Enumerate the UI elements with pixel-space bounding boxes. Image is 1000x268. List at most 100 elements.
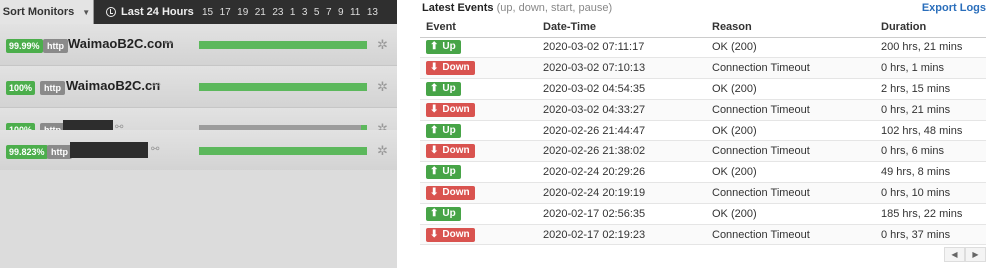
reason-cell: Connection Timeout — [706, 224, 875, 246]
monitor-name[interactable]: WaimaoB2C.com — [68, 36, 174, 51]
next-page-button[interactable]: ▶ — [965, 247, 986, 262]
event-label: Down — [442, 62, 470, 74]
event-cell: ⬆ Up — [420, 37, 537, 59]
arrow-up-icon: ⬆ — [430, 41, 439, 53]
table-row: ⬆ Up 2020-02-26 21:44:47 OK (200) 102 hrs, 4… — [420, 120, 986, 142]
redacted-monitor-name — [70, 142, 148, 158]
duration-cell: 102 hrs, 48 mins — [875, 120, 986, 142]
table-row: ⬇ Down 2020-02-17 02:19:23 Connection Timeo… — [420, 224, 986, 246]
gear-icon[interactable]: ✲ — [377, 79, 388, 95]
duration-cell: 49 hrs, 8 mins — [875, 161, 986, 184]
link-icon[interactable]: ⚯ — [164, 38, 172, 49]
previous-page-button[interactable]: ◀ — [944, 247, 965, 262]
duration-cell: 0 hrs, 6 mins — [875, 140, 986, 163]
arrow-down-icon: ⬇ — [430, 186, 439, 198]
datetime-cell: 2020-03-02 04:33:27 — [537, 99, 706, 121]
datetime-cell: 2020-03-02 07:11:17 — [537, 37, 706, 59]
monitor-name[interactable]: WaimaoB2C.cn — [66, 78, 160, 93]
link-icon[interactable]: ⚯ — [151, 144, 159, 155]
reason-cell: Connection Timeout — [706, 182, 875, 204]
time-range-label: Last 24 Hours — [121, 6, 194, 18]
duration-cell: 0 hrs, 37 mins — [875, 224, 986, 246]
table-row: ⬆ Up 2020-03-02 07:11:17 OK (200) 200 hrs, 2… — [420, 37, 986, 59]
table-row: ⬇ Down 2020-03-02 07:10:13 Connection Timeo… — [420, 57, 986, 80]
datetime-cell: 2020-03-02 07:10:13 — [537, 57, 706, 80]
hour-label: 17 — [219, 6, 231, 18]
arrow-down-icon: ⬇ — [430, 103, 439, 115]
datetime-cell: 2020-02-17 02:56:35 — [537, 203, 706, 225]
hour-axis: 15 17 19 21 23 1 3 5 7 9 11 13 — [202, 0, 378, 24]
monitor-list-empty-area — [0, 170, 397, 268]
event-cell: ⬆ Up — [420, 120, 537, 142]
table-row: ⬇ Down 2020-02-26 21:38:02 Connection Timeo… — [420, 140, 986, 163]
sort-monitors-label: Sort Monitors — [2, 6, 75, 18]
export-logs-link[interactable]: Export Logs — [922, 2, 986, 14]
arrow-up-icon: ⬆ — [430, 166, 439, 178]
hour-label: 21 — [254, 6, 266, 18]
hour-label: 15 — [202, 6, 214, 18]
event-badge: ⬆ Up — [426, 165, 461, 180]
hour-label: 1 — [289, 6, 296, 18]
hour-label: 3 — [301, 6, 308, 18]
hour-label: 13 — [366, 6, 378, 18]
column-header-duration: Duration — [875, 17, 986, 38]
event-label: Up — [442, 124, 456, 136]
monitor-row[interactable]: 100% http WaimaoB2C.cn ⚯ ✲ — [0, 66, 397, 108]
event-label: Down — [442, 186, 470, 198]
duration-cell: 185 hrs, 22 mins — [875, 203, 986, 225]
link-icon[interactable]: ⚯ — [152, 80, 160, 91]
arrow-up-icon: ⬆ — [430, 82, 439, 94]
event-cell: ⬇ Down — [420, 57, 537, 80]
uptime-bar — [199, 83, 367, 91]
table-header-row: Event Date-Time Reason Duration — [420, 17, 986, 38]
event-label: Up — [442, 82, 456, 94]
uptime-badge: 99.99% — [6, 39, 43, 53]
events-title-text: Latest Events — [422, 2, 494, 14]
column-header-datetime: Date-Time — [537, 17, 706, 38]
uptime-bar — [199, 147, 367, 155]
gear-icon[interactable]: ✲ — [377, 143, 388, 159]
sort-monitors-button[interactable]: Sort Monitors ▼ — [0, 0, 94, 24]
event-cell: ⬇ Down — [420, 182, 537, 204]
datetime-cell: 2020-02-26 21:44:47 — [537, 120, 706, 142]
monitor-list-panel: Sort Monitors ▼ Last 24 Hours 15 17 19 2… — [0, 0, 397, 268]
duration-cell: 0 hrs, 21 mins — [875, 99, 986, 121]
event-badge: ⬇ Down — [426, 144, 475, 159]
uptime-badge: 99.823% — [6, 145, 48, 159]
event-label: Down — [442, 145, 470, 157]
table-row: ⬇ Down 2020-02-24 20:19:19 Connection Timeo… — [420, 182, 986, 204]
datetime-cell: 2020-02-17 02:19:23 — [537, 224, 706, 246]
uptime-bar — [199, 41, 367, 49]
hour-label: 23 — [272, 6, 284, 18]
monitor-toolbar: Sort Monitors ▼ Last 24 Hours 15 17 19 2… — [0, 0, 397, 24]
event-cell: ⬇ Down — [420, 140, 537, 163]
uptime-badge: 100% — [6, 81, 36, 95]
events-subtitle: (up, down, start, pause) — [496, 2, 613, 14]
monitor-row[interactable]: 99.823% http ⚯ ✲ — [0, 130, 397, 172]
monitor-row[interactable]: 99.99% http WaimaoB2C.com ⚯ ✲ — [0, 24, 397, 66]
event-cell: ⬆ Up — [420, 161, 537, 184]
event-badge: ⬇ Down — [426, 61, 475, 76]
events-table: Event Date-Time Reason Duration ⬆ Up 2020-… — [420, 17, 986, 246]
datetime-cell: 2020-02-24 20:19:19 — [537, 182, 706, 204]
clock-icon — [106, 7, 116, 17]
duration-cell: 0 hrs, 1 mins — [875, 57, 986, 80]
event-label: Up — [442, 41, 456, 53]
datetime-cell: 2020-02-24 20:29:26 — [537, 161, 706, 184]
hour-label: 7 — [325, 6, 332, 18]
event-label: Up — [442, 207, 456, 219]
arrow-down-icon: ⬇ — [430, 62, 439, 74]
reason-cell: Connection Timeout — [706, 57, 875, 80]
arrow-up-icon: ⬆ — [430, 124, 439, 136]
events-title: Latest Events (up, down, start, pause) — [422, 2, 612, 14]
gear-icon[interactable]: ✲ — [377, 37, 388, 53]
duration-cell: 0 hrs, 10 mins — [875, 182, 986, 204]
monitor-type-badge: http — [47, 145, 72, 159]
time-range-selector[interactable]: Last 24 Hours — [94, 0, 194, 24]
reason-cell: OK (200) — [706, 161, 875, 184]
event-badge: ⬆ Up — [426, 123, 461, 138]
monitor-type-badge: http — [43, 39, 68, 53]
table-row: ⬆ Up 2020-02-17 02:56:35 OK (200) 185 hrs, 2… — [420, 203, 986, 225]
reason-cell: OK (200) — [706, 37, 875, 59]
event-cell: ⬇ Down — [420, 99, 537, 121]
